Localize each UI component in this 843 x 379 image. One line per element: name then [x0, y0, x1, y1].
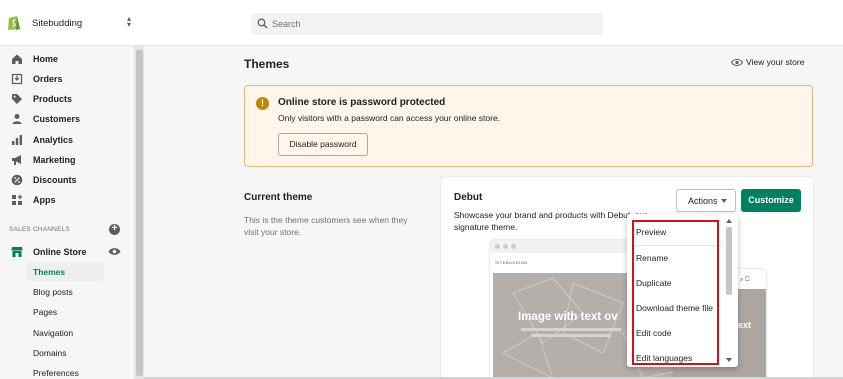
search-input[interactable]: Search [272, 19, 301, 29]
current-theme-heading: Current theme [244, 192, 313, 203]
sidebar-item-marketing[interactable]: Marketing [0, 150, 132, 170]
menu-item-download-theme-file[interactable]: Download theme file [636, 298, 726, 318]
discount-icon [11, 174, 23, 186]
store-name[interactable]: Sitebudding [32, 18, 82, 29]
preview-hero-text: Image with text ov [518, 311, 618, 323]
banner-text: Only visitors with a password can access… [278, 113, 501, 123]
bar-chart-icon [12, 135, 22, 145]
sidebar-item-label: Orders [33, 74, 63, 84]
current-theme-description: This is the theme customers see when the… [244, 215, 408, 237]
menu-scrollbar[interactable] [725, 217, 733, 365]
sidebar-item-label: Online Store [33, 247, 87, 257]
orders-icon [11, 73, 23, 85]
sidebar-item-label: Customers [33, 114, 81, 124]
person-icon [12, 114, 22, 124]
menu-item-duplicate[interactable]: Duplicate [636, 273, 726, 293]
sidebar-item-preferences[interactable]: Preferences [27, 363, 104, 379]
scroll-down-icon[interactable] [726, 358, 732, 362]
actions-dropdown-menu: Preview Rename Duplicate Download theme … [627, 214, 738, 367]
preview-hero-subtext [531, 334, 611, 337]
sidebar-subitem-label: Domains [33, 348, 67, 358]
home-icon [12, 54, 22, 64]
sidebar-item-label: Apps [33, 195, 56, 205]
customize-button[interactable]: Customize [741, 189, 801, 212]
menu-item-edit-languages[interactable]: Edit languages [636, 348, 726, 368]
menu-divider [633, 245, 723, 246]
actions-button[interactable]: Actions [676, 189, 736, 212]
menu-item-edit-code[interactable]: Edit code [636, 323, 726, 343]
page-title: Themes [244, 57, 290, 71]
menu-scrollbar-thumb[interactable] [726, 227, 732, 295]
store-icon [11, 247, 23, 257]
tag-icon [12, 94, 22, 104]
sidebar-item-products[interactable]: Products [0, 89, 132, 109]
actions-label: Actions [688, 196, 718, 206]
sidebar-item-label: Marketing [33, 155, 76, 165]
sales-channels-heading: SALES CHANNELS [9, 226, 70, 233]
store-switcher-icon[interactable]: ▴ ▾ [124, 15, 134, 29]
sidebar-subitem-label: Pages [33, 307, 58, 317]
sidebar-item-analytics[interactable]: Analytics [0, 130, 132, 150]
preview-hero-subtext [521, 328, 621, 331]
apps-icon [12, 194, 23, 205]
sidebar-item-label: Products [33, 94, 73, 104]
menu-item-preview[interactable]: Preview [636, 222, 726, 242]
sidebar-scrollbar-thumb[interactable] [136, 50, 143, 376]
sidebar-item-label: Home [33, 54, 59, 64]
add-channel-icon[interactable]: + [109, 224, 120, 235]
sidebar-item-home[interactable]: Home [0, 49, 132, 69]
sidebar-item-label: Analytics [33, 135, 74, 145]
sidebar-item-themes[interactable]: Themes [27, 262, 104, 281]
sidebar-item-apps[interactable]: Apps [0, 190, 132, 210]
sidebar-subitem-label: Blog posts [33, 287, 73, 297]
sidebar-item-blog-posts[interactable]: Blog posts [27, 282, 104, 301]
warning-icon: ! [256, 97, 269, 110]
sidebar-item-domains[interactable]: Domains [27, 343, 104, 362]
shopify-logo-icon[interactable] [7, 14, 21, 31]
preview-site-name: SITEBUDDING [495, 260, 528, 265]
sidebar-subitem-label: Themes [33, 267, 66, 277]
theme-name: Debut [454, 192, 483, 203]
mobile-preview-icons: ⌕ ▢ [740, 277, 750, 283]
banner-title: Online store is password protected [278, 97, 446, 108]
menu-item-rename[interactable]: Rename [636, 248, 726, 268]
disable-password-button[interactable]: Disable password [278, 133, 368, 156]
sidebar-subitem-label: Preferences [33, 368, 79, 378]
view-store-label: View your store [746, 57, 805, 67]
password-banner: ! Online store is password protected Onl… [244, 85, 813, 167]
eye-icon[interactable] [108, 247, 121, 256]
sidebar: Home Orders Products Customers Analytics… [0, 46, 135, 379]
sidebar-subitem-label: Navigation [33, 328, 74, 338]
sidebar-item-orders[interactable]: Orders [0, 69, 132, 89]
sidebar-item-pages[interactable]: Pages [27, 302, 104, 321]
chevron-down-icon [721, 199, 727, 203]
eye-icon [731, 58, 743, 67]
scroll-up-icon[interactable] [726, 219, 732, 223]
sidebar-item-customers[interactable]: Customers [0, 109, 132, 129]
search-bar[interactable]: Search [251, 13, 603, 35]
search-icon [257, 18, 268, 29]
sidebar-item-discounts[interactable]: Discounts [0, 170, 132, 190]
sidebar-item-label: Discounts [33, 175, 77, 185]
sidebar-item-navigation[interactable]: Navigation [27, 323, 104, 342]
megaphone-icon [12, 155, 21, 165]
top-bar: Sitebudding ▴ ▾ Search [0, 0, 843, 46]
